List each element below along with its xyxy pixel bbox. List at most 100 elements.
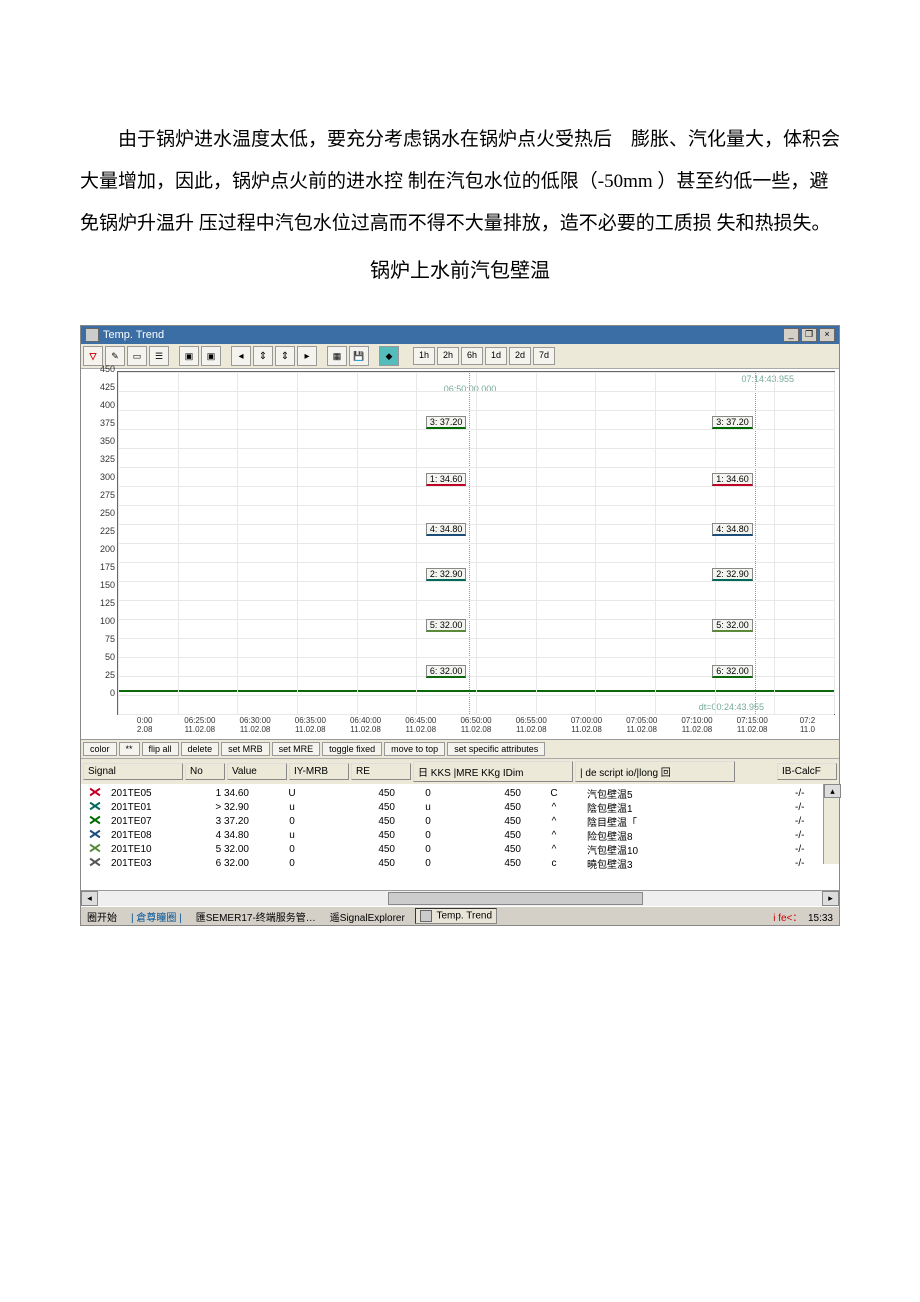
cell: 0: [253, 844, 331, 855]
tool-button[interactable]: ▦: [327, 346, 347, 366]
cell: 450: [457, 816, 525, 827]
cell: c: [525, 858, 583, 869]
timerange-button-1d[interactable]: 1d: [485, 347, 507, 365]
table-row[interactable]: 201TE105 32.0004500450^汽包壁温10-/-: [85, 842, 839, 856]
x-tick: 06:45:0011.02.08: [393, 717, 448, 739]
nav-updown-button[interactable]: ⇕: [253, 346, 273, 366]
x-tick: 06:40:0011.02.08: [338, 717, 393, 739]
tool-button[interactable]: ☰: [149, 346, 169, 366]
timerange-button-2h[interactable]: 2h: [437, 347, 459, 365]
titlebar[interactable]: Temp. Trend _ ❐ ×: [81, 326, 839, 344]
y-axis: 0255075100125150175200225250275300325350…: [81, 369, 117, 715]
cell-desc: 险包壁温8: [583, 828, 701, 843]
x-tick: 07:05:0011.02.08: [614, 717, 669, 739]
table-row[interactable]: 201TE073 37.2004500450^陰目壁温「-/-: [85, 814, 839, 828]
nav-right-button[interactable]: ▸: [297, 346, 317, 366]
action-button[interactable]: color: [83, 742, 117, 756]
cell: u: [253, 802, 331, 813]
cell: 0: [253, 858, 331, 869]
action-button[interactable]: move to top: [384, 742, 445, 756]
start-button[interactable]: 圈开始: [83, 908, 121, 925]
current-time-label: 07:14:43.955: [741, 374, 794, 384]
timerange-button-1h[interactable]: 1h: [413, 347, 435, 365]
y-tick: 150: [100, 580, 115, 590]
vertical-scrollbar[interactable]: ▴: [823, 784, 839, 864]
timerange-button-2d[interactable]: 2d: [509, 347, 531, 365]
y-tick: 25: [105, 670, 115, 680]
col-desc[interactable]: | de script io/|long 回: [575, 761, 735, 782]
scroll-up-button[interactable]: ▴: [824, 784, 841, 798]
tool-button[interactable]: ▽: [83, 346, 103, 366]
action-button[interactable]: set specific attributes: [447, 742, 545, 756]
cell: 0: [399, 788, 457, 799]
col-signal[interactable]: Signal: [83, 763, 183, 780]
tool-button[interactable]: ◆: [379, 346, 399, 366]
table-row[interactable]: 201TE036 32.0004500450c曉包壁温3-/-: [85, 856, 839, 870]
cursor-value-label: 6: 32.00: [426, 665, 467, 678]
taskbar-item[interactable]: 遥SignalExplorer: [326, 908, 409, 925]
col-re[interactable]: RE: [351, 763, 411, 780]
tool-button[interactable]: 💾: [349, 346, 369, 366]
y-tick: 225: [100, 526, 115, 536]
x-tick: 07:10:0011.02.08: [669, 717, 724, 739]
action-button[interactable]: **: [119, 742, 140, 756]
figure-caption: 锅炉上水前汽包壁温: [80, 254, 840, 283]
plot-region[interactable]: 07:14:43.955 06:50:00.000 dt=00:24:43.95…: [117, 371, 835, 715]
x-tick: 07:15:0011.02.08: [725, 717, 780, 739]
x-tick: 06:55:0011.02.08: [504, 717, 559, 739]
scroll-track[interactable]: [98, 891, 822, 906]
nav-left-button[interactable]: ◂: [231, 346, 251, 366]
timerange-button-6h[interactable]: 6h: [461, 347, 483, 365]
action-button[interactable]: flip all: [142, 742, 179, 756]
tool-button[interactable]: ▭: [127, 346, 147, 366]
y-tick: 75: [105, 634, 115, 644]
col-calc[interactable]: IB-CalcF: [777, 763, 837, 780]
table-row[interactable]: 201TE051 34.60U4500450C汽包壁温5-/-: [85, 786, 839, 800]
y-tick: 325: [100, 454, 115, 464]
col-kks[interactable]: 日 KKS |MRE KKg IDim: [413, 761, 573, 782]
nav-updown-button[interactable]: ⇕: [275, 346, 295, 366]
minimize-button[interactable]: _: [783, 328, 799, 342]
scroll-thumb[interactable]: [388, 892, 643, 905]
action-button[interactable]: toggle fixed: [322, 742, 382, 756]
timerange-button-7d[interactable]: 7d: [533, 347, 555, 365]
taskbar-item[interactable]: 匯SEMER17-终端服务管…: [192, 908, 320, 925]
chart-area[interactable]: 0255075100125150175200225250275300325350…: [81, 369, 839, 740]
action-button[interactable]: set MRB: [221, 742, 270, 756]
scroll-left-button[interactable]: ◂: [81, 891, 98, 906]
scroll-right-button[interactable]: ▸: [822, 891, 839, 906]
y-tick: 50: [105, 652, 115, 662]
taskbar-lang[interactable]: i fe<： 15:33: [773, 909, 837, 924]
cursor-value-label: 6: 32.00: [712, 665, 753, 678]
y-tick: 300: [100, 472, 115, 482]
maximize-button[interactable]: ❐: [801, 328, 817, 342]
close-button[interactable]: ×: [819, 328, 835, 342]
tool-button[interactable]: ✎: [105, 346, 125, 366]
cell: 450: [331, 858, 399, 869]
taskbar-active-item[interactable]: Temp. Trend: [415, 908, 497, 924]
x-tick: 0:002.08: [117, 717, 172, 739]
dt-label: dt=00:24:43.955: [699, 702, 764, 712]
col-value[interactable]: Value: [227, 763, 287, 780]
signal-color-icon: [89, 787, 101, 797]
cursor-value-label: 5: 32.00: [426, 619, 467, 632]
action-button[interactable]: delete: [181, 742, 220, 756]
table-row[interactable]: 201TE01> 32.90u450u450^陰包壁温1-/-: [85, 800, 839, 814]
col-no[interactable]: No: [185, 763, 225, 780]
cell-desc: 曉包壁温3: [583, 856, 701, 871]
app-icon: [420, 910, 432, 922]
taskbar-active-label: Temp. Trend: [436, 911, 492, 922]
horizontal-scrollbar[interactable]: ◂ ▸: [81, 890, 839, 906]
col-ymrb[interactable]: IY-MRB: [289, 763, 349, 780]
table-row[interactable]: 201TE084 34.80u4500450^险包壁温8-/-: [85, 828, 839, 842]
cursor-value-label: 4: 34.80: [426, 523, 467, 536]
cell: 450: [331, 816, 399, 827]
cursor-value-label: 1: 34.60: [712, 473, 753, 486]
cell-no-val: 3 37.20: [185, 816, 253, 827]
taskbar-item[interactable]: | 倉尊瞳圈 |: [127, 908, 186, 925]
action-button[interactable]: set MRE: [272, 742, 321, 756]
cell: ^: [525, 816, 583, 827]
tool-button[interactable]: ▣: [201, 346, 221, 366]
cursor-time-label: 06:50:00.000: [444, 384, 497, 394]
tool-button[interactable]: ▣: [179, 346, 199, 366]
